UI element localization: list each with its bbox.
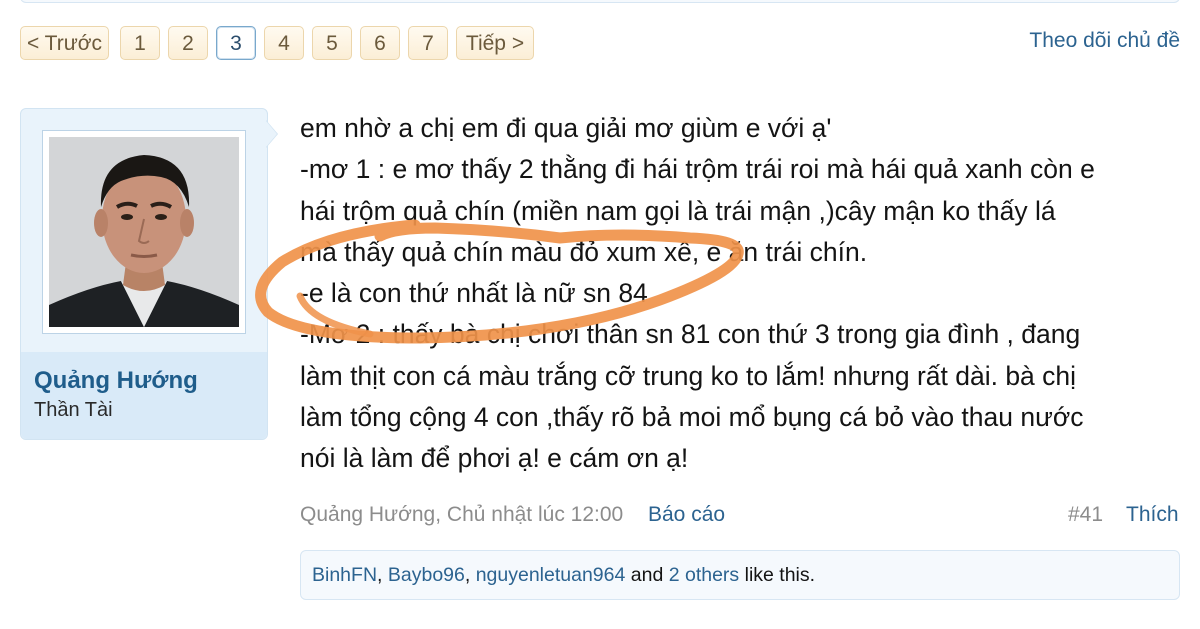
page-1-button[interactable]: 1 [120,26,160,60]
post-number[interactable]: #41 [1068,503,1103,527]
avatar-frame[interactable] [42,130,246,334]
liker-binhfn[interactable]: BinhFN [312,564,377,586]
liker-baybo96[interactable]: Baybo96 [388,564,465,586]
page-6-button[interactable]: 6 [360,26,400,60]
likes-others-link[interactable]: 2 others [669,564,739,586]
message-line: -mơ 1 : e mơ thấy 2 thằng đi hái trộm tr… [300,154,1095,185]
likes-separator: , [464,564,476,586]
author-username[interactable]: Quảng Hướng [34,367,198,395]
liker-nguyenletuan964[interactable]: nguyenletuan964 [476,564,626,586]
message-line: hái trộm quả chín (miền nam gọi là trái … [300,195,1056,226]
post-author-time[interactable]: Quảng Hướng, Chủ nhật lúc 12:00 [300,503,623,527]
message-line: em nhờ a chị em đi qua giải mơ giùm e vớ… [300,113,832,143]
follow-thread-link[interactable]: Theo dõi chủ đề [1029,29,1180,53]
message-line: làm tổng cộng 4 con ,thấy rõ bả moi mổ b… [300,402,1084,433]
user-card-pointer-fill [266,121,277,147]
message-line: làm thịt con cá màu trắng cỡ trung ko to… [300,360,1077,391]
report-link[interactable]: Báo cáo [648,503,725,527]
message-line: mà thấy quả chín màu đỏ xum xê, e ăn trá… [300,236,868,267]
likes-suffix: like this. [739,564,816,586]
message-line: -e là con thứ nhất là nữ sn 84 [300,278,648,309]
avatar [49,137,239,327]
page-4-button[interactable]: 4 [264,26,304,60]
author-title: Thần Tài [34,399,113,421]
prev-page-button[interactable]: < Trước [20,26,109,60]
page-5-button[interactable]: 5 [312,26,352,60]
likes-separator: , [377,564,388,586]
page-7-button[interactable]: 7 [408,26,448,60]
message-line: -Mơ 2 : thấy bà chị chơi thân sn 81 con … [300,319,1081,350]
previous-post-edge [20,0,1180,3]
likes-and: and [625,564,669,586]
next-page-button[interactable]: Tiếp > [456,26,534,60]
like-link[interactable]: Thích [1126,503,1179,527]
page-2-button[interactable]: 2 [168,26,208,60]
likes-summary: BinhFN, Baybo96, nguyenletuan964 and 2 o… [312,564,815,587]
page-3-current[interactable]: 3 [216,26,256,60]
avatar-portrait-icon [49,137,239,327]
user-name-panel [21,352,267,439]
message-line: nói là làm để phơi ạ! e cám ơn ạ! [300,443,689,474]
post-message: em nhờ a chị em đi qua giải mơ giùm e vớ… [300,108,1180,480]
